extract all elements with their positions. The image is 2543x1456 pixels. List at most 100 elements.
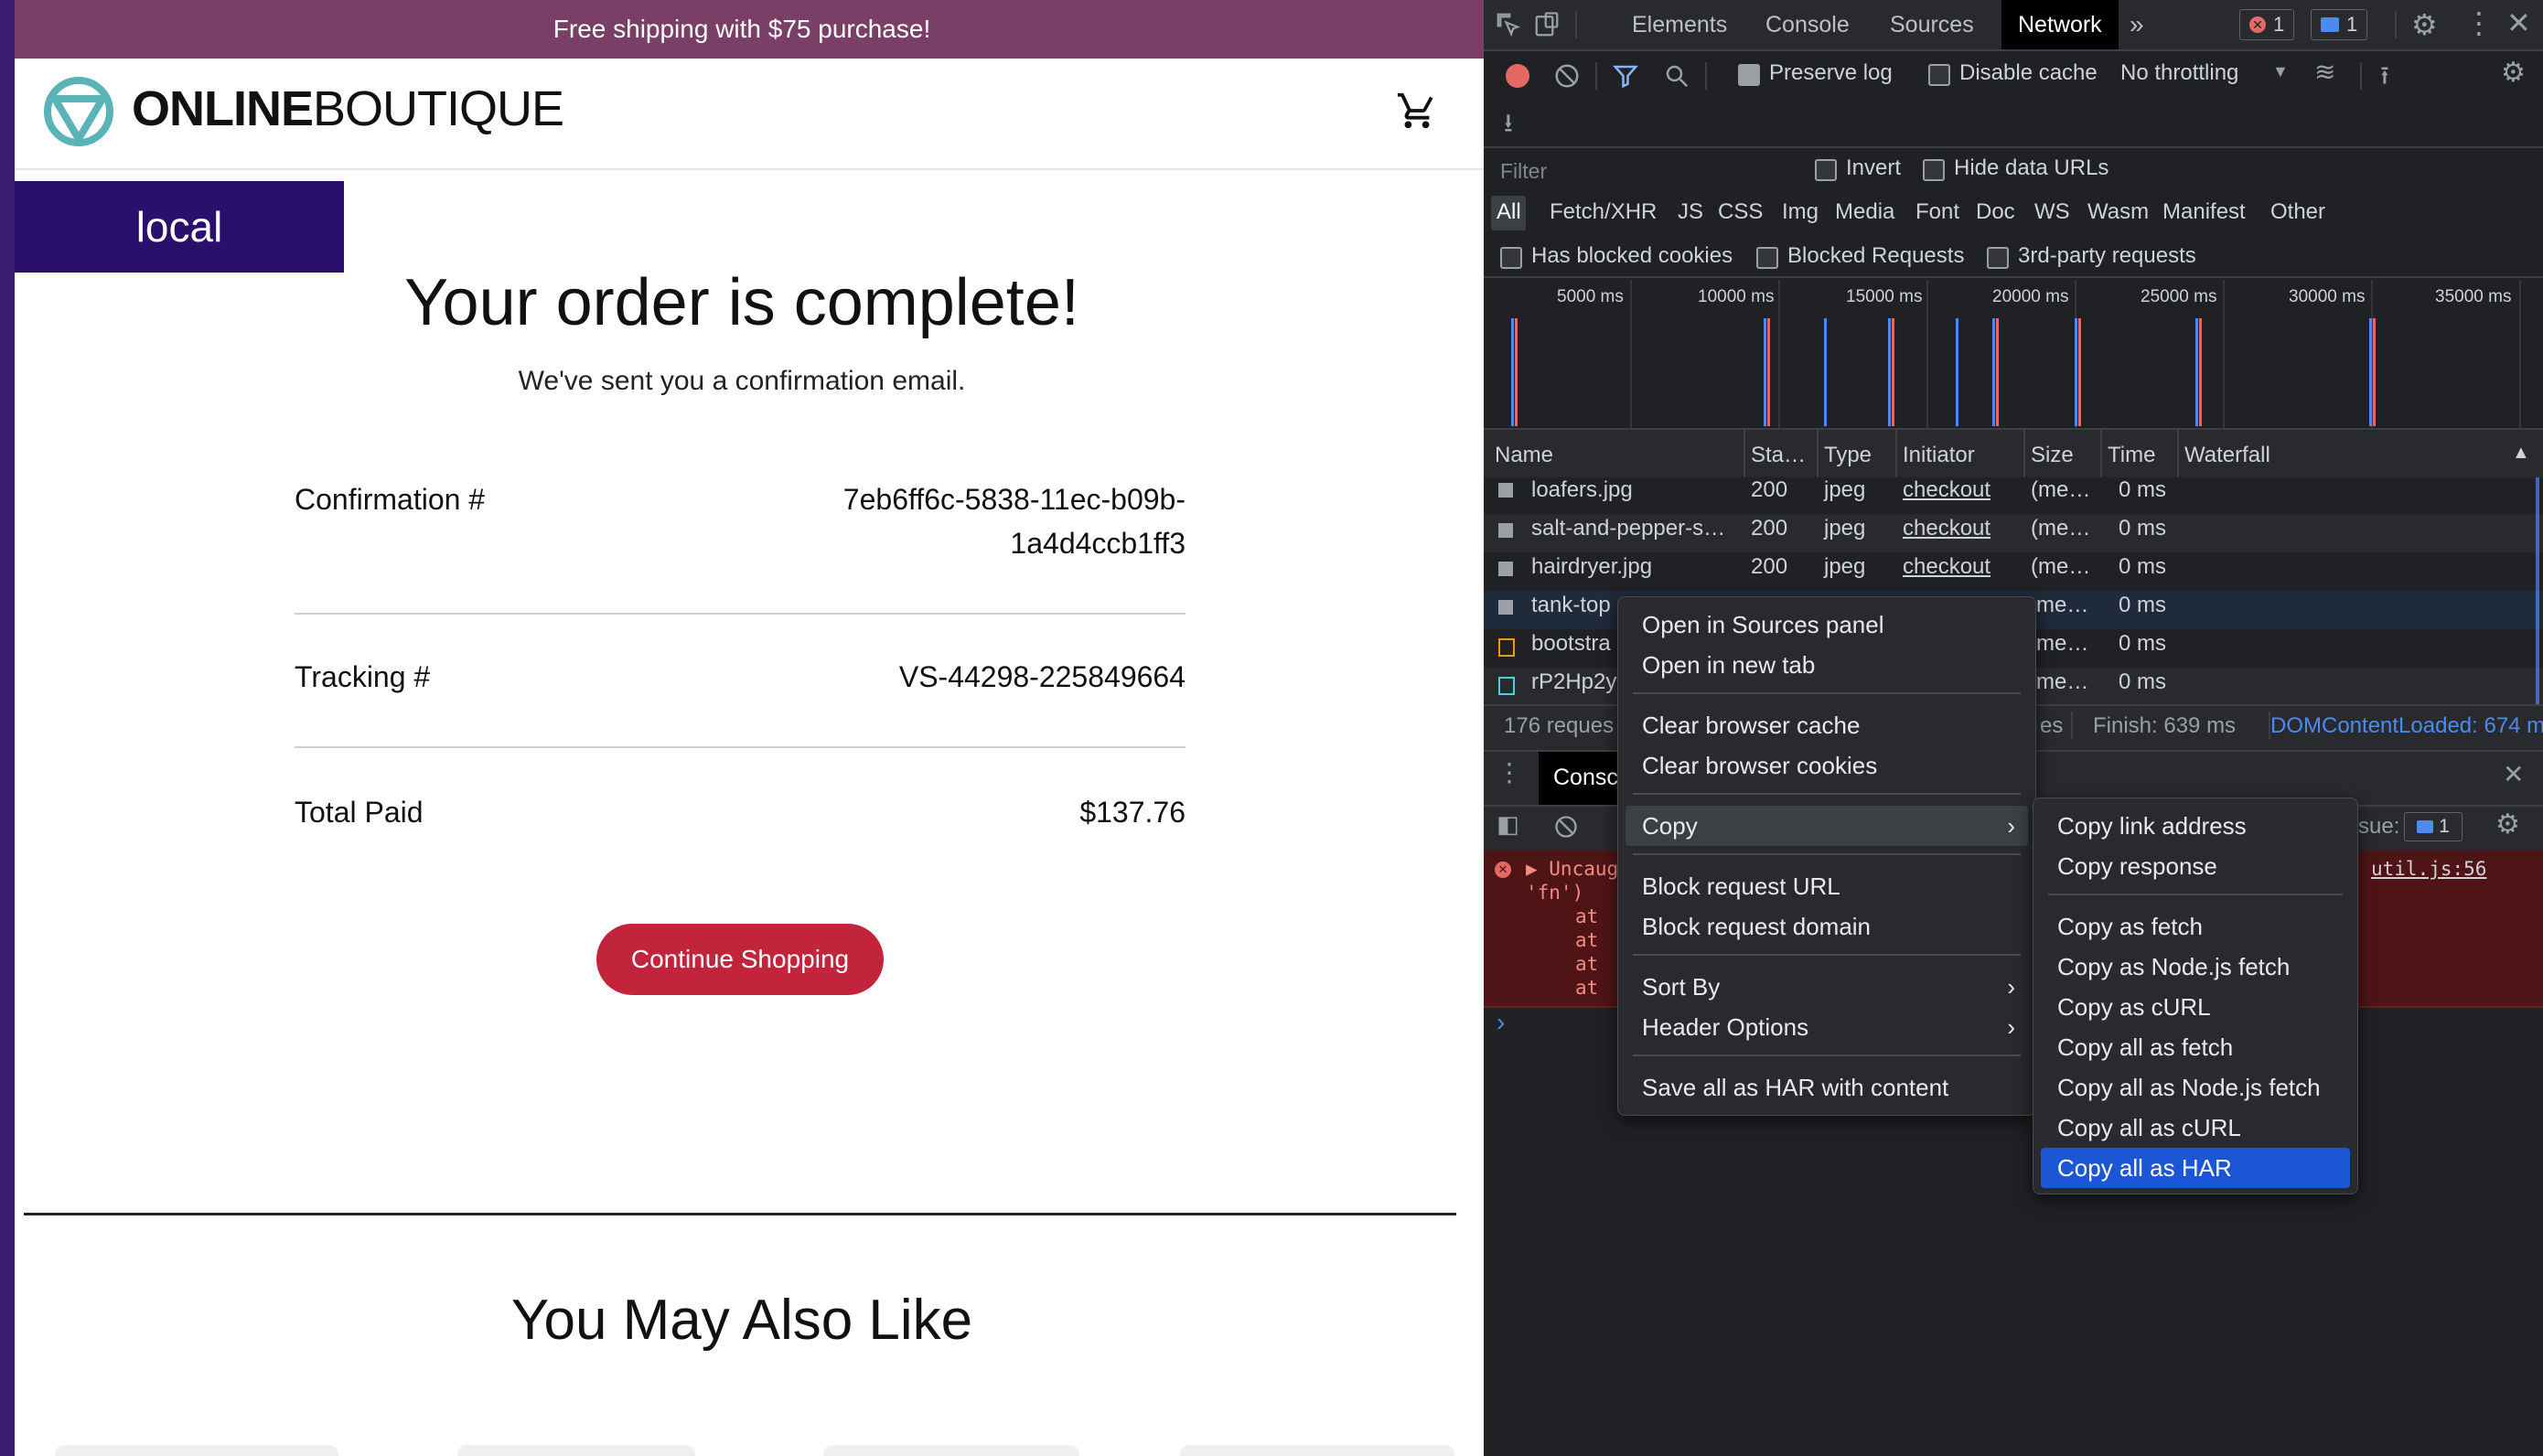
column-initiator[interactable]: Initiator <box>1903 443 1975 468</box>
tab-elements[interactable]: Elements <box>1632 0 1727 49</box>
disable-cache-checkbox[interactable] <box>1928 64 1950 86</box>
filter-icon[interactable] <box>1612 62 1639 90</box>
has-blocked-cookies-label: Has blocked cookies <box>1531 243 1733 268</box>
request-initiator-link[interactable]: checkout <box>1903 516 1990 541</box>
type-filter-media[interactable]: Media <box>1835 199 1894 225</box>
column-size[interactable]: Size <box>2031 443 2074 468</box>
close-devtools-icon[interactable]: ✕ <box>2506 5 2531 40</box>
table-row[interactable]: hairdryer.jpg 200 jpeg checkout (me… 0 m… <box>1484 552 2543 591</box>
site-logo[interactable]: ONLINEBOUTIQUE <box>132 80 564 137</box>
table-row[interactable]: loafers.jpg 200 jpeg checkout (me… 0 ms <box>1484 477 2543 514</box>
menu-item-clear-browser-cache[interactable]: Clear browser cache <box>1618 705 2035 745</box>
dom-content-loaded: DOMContentLoaded: 674 m <box>2270 713 2543 738</box>
settings-gear-icon[interactable]: ⚙ <box>2411 7 2438 42</box>
menu-item-copy-as-nodejs-fetch[interactable]: Copy as Node.js fetch <box>2033 947 2357 987</box>
type-filter-ws[interactable]: WS <box>2034 199 2070 225</box>
inspect-element-icon[interactable] <box>1495 11 1522 38</box>
record-icon[interactable] <box>1506 64 1529 88</box>
sort-ascending-icon[interactable]: ▲ <box>2512 443 2530 464</box>
console-settings-gear-icon[interactable]: ⚙ <box>2495 808 2520 840</box>
preserve-log-checkbox[interactable] <box>1738 64 1760 86</box>
tab-sources[interactable]: Sources <box>1890 0 1974 49</box>
drawer-menu-icon[interactable]: ⋮ <box>1497 757 1522 787</box>
type-filter-css[interactable]: CSS <box>1718 199 1763 225</box>
invert-checkbox[interactable] <box>1815 159 1837 181</box>
menu-item-save-all-as-har[interactable]: Save all as HAR with content <box>1618 1067 2035 1108</box>
message-counter[interactable]: 1 <box>2311 9 2368 40</box>
clear-console-icon[interactable] <box>1553 814 1579 840</box>
menu-item-copy[interactable]: Copy › <box>1626 806 2028 846</box>
menu-item-copy-all-as-har[interactable]: Copy all as HAR <box>2041 1148 2350 1188</box>
blocked-requests-checkbox[interactable] <box>1756 247 1778 269</box>
blocked-requests-label: Blocked Requests <box>1787 243 1965 268</box>
error-text-line1[interactable]: ▶ Uncaug <box>1526 858 1618 880</box>
error-source-link[interactable]: util.js:56 <box>2371 858 2486 880</box>
request-time: 0 ms <box>2119 631 2167 656</box>
type-filter-img[interactable]: Img <box>1782 199 1819 225</box>
more-tabs-button[interactable]: » <box>2130 0 2144 49</box>
menu-item-copy-all-as-nodejs-fetch[interactable]: Copy all as Node.js fetch <box>2033 1067 2357 1108</box>
type-filter-wasm[interactable]: Wasm <box>2087 199 2149 225</box>
menu-item-copy-all-as-curl[interactable]: Copy all as cURL <box>2033 1108 2357 1148</box>
column-type[interactable]: Type <box>1824 443 1872 468</box>
tab-network[interactable]: Network <box>2001 0 2119 49</box>
column-name[interactable]: Name <box>1495 443 1553 468</box>
product-card-edge <box>823 1445 1079 1456</box>
console-prompt[interactable]: › <box>1497 1008 1505 1037</box>
continue-shopping-button[interactable]: Continue Shopping <box>596 924 884 995</box>
type-filter-js[interactable]: JS <box>1678 199 1703 225</box>
error-count: 1 <box>2273 13 2285 36</box>
cart-icon[interactable] <box>1396 90 1438 132</box>
type-filter-manifest[interactable]: Manifest <box>2162 199 2246 225</box>
menu-item-clear-browser-cookies[interactable]: Clear browser cookies <box>1618 745 2035 786</box>
table-row[interactable]: salt-and-pepper-s… 200 jpeg checkout (me… <box>1484 514 2543 552</box>
request-size: (me… <box>2031 477 2091 502</box>
drawer-console-tab-label: Consc <box>1553 765 1618 790</box>
type-filter-all[interactable]: All <box>1497 199 1521 225</box>
hide-data-urls-checkbox[interactable] <box>1923 159 1945 181</box>
throttling-dropdown-arrow-icon[interactable]: ▼ <box>2272 62 2289 81</box>
request-status: 200 <box>1751 477 1788 502</box>
show-sidebar-icon[interactable]: ◧ <box>1497 810 1519 839</box>
close-drawer-icon[interactable]: ✕ <box>2503 759 2524 789</box>
throttling-select[interactable]: No throttling <box>2120 60 2238 86</box>
type-filter-other[interactable]: Other <box>2270 199 2325 225</box>
export-har-icon[interactable]: ⭳ <box>1504 104 1513 148</box>
menu-separator <box>1633 793 2021 795</box>
request-name: tank-top <box>1531 593 1611 617</box>
filter-input[interactable]: Filter <box>1495 154 1806 188</box>
column-time[interactable]: Time <box>2108 443 2155 468</box>
clear-icon[interactable] <box>1553 62 1581 90</box>
menu-item-sort-by[interactable]: Sort By › <box>1618 967 2035 1007</box>
import-har-icon[interactable]: ⭱ <box>2380 57 2389 101</box>
menu-item-copy-as-curl[interactable]: Copy as cURL <box>2033 987 2357 1027</box>
submenu-chevron-icon: › <box>2007 1012 2015 1041</box>
issues-counter[interactable]: 1 <box>2404 812 2463 841</box>
column-status[interactable]: Sta… <box>1751 443 1806 468</box>
more-options-icon[interactable]: ⋮ <box>2464 5 2494 40</box>
type-filter-fetch-xhr[interactable]: Fetch/XHR <box>1550 199 1657 225</box>
menu-item-copy-as-fetch[interactable]: Copy as fetch <box>2033 906 2357 947</box>
device-toolbar-icon[interactable] <box>1533 11 1561 38</box>
type-filter-doc[interactable]: Doc <box>1976 199 2015 225</box>
has-blocked-cookies-checkbox[interactable] <box>1500 247 1522 269</box>
menu-item-copy-response[interactable]: Copy response <box>2033 846 2357 886</box>
network-settings-gear-icon[interactable]: ⚙ <box>2501 57 2526 89</box>
menu-item-open-in-sources[interactable]: Open in Sources panel <box>1618 605 2035 645</box>
menu-item-open-in-new-tab[interactable]: Open in new tab <box>1618 645 2035 685</box>
type-filter-font[interactable]: Font <box>1915 199 1959 225</box>
request-initiator-link[interactable]: checkout <box>1903 554 1990 580</box>
network-conditions-icon[interactable]: ≋ <box>2314 57 2335 87</box>
error-counter[interactable]: ✕ 1 <box>2239 9 2295 40</box>
request-initiator-link[interactable]: checkout <box>1903 477 1990 503</box>
boutique-logo-icon[interactable] <box>42 75 115 148</box>
third-party-checkbox[interactable] <box>1987 247 2009 269</box>
menu-item-header-options[interactable]: Header Options › <box>1618 1007 2035 1047</box>
menu-item-block-request-domain[interactable]: Block request domain <box>1618 906 2035 947</box>
menu-item-block-request-url[interactable]: Block request URL <box>1618 866 2035 906</box>
tab-console[interactable]: Console <box>1765 0 1850 49</box>
menu-item-copy-link-address[interactable]: Copy link address <box>2033 806 2357 846</box>
column-waterfall[interactable]: Waterfall <box>2184 443 2270 468</box>
search-icon[interactable] <box>1663 62 1690 90</box>
menu-item-copy-all-as-fetch[interactable]: Copy all as fetch <box>2033 1027 2357 1067</box>
